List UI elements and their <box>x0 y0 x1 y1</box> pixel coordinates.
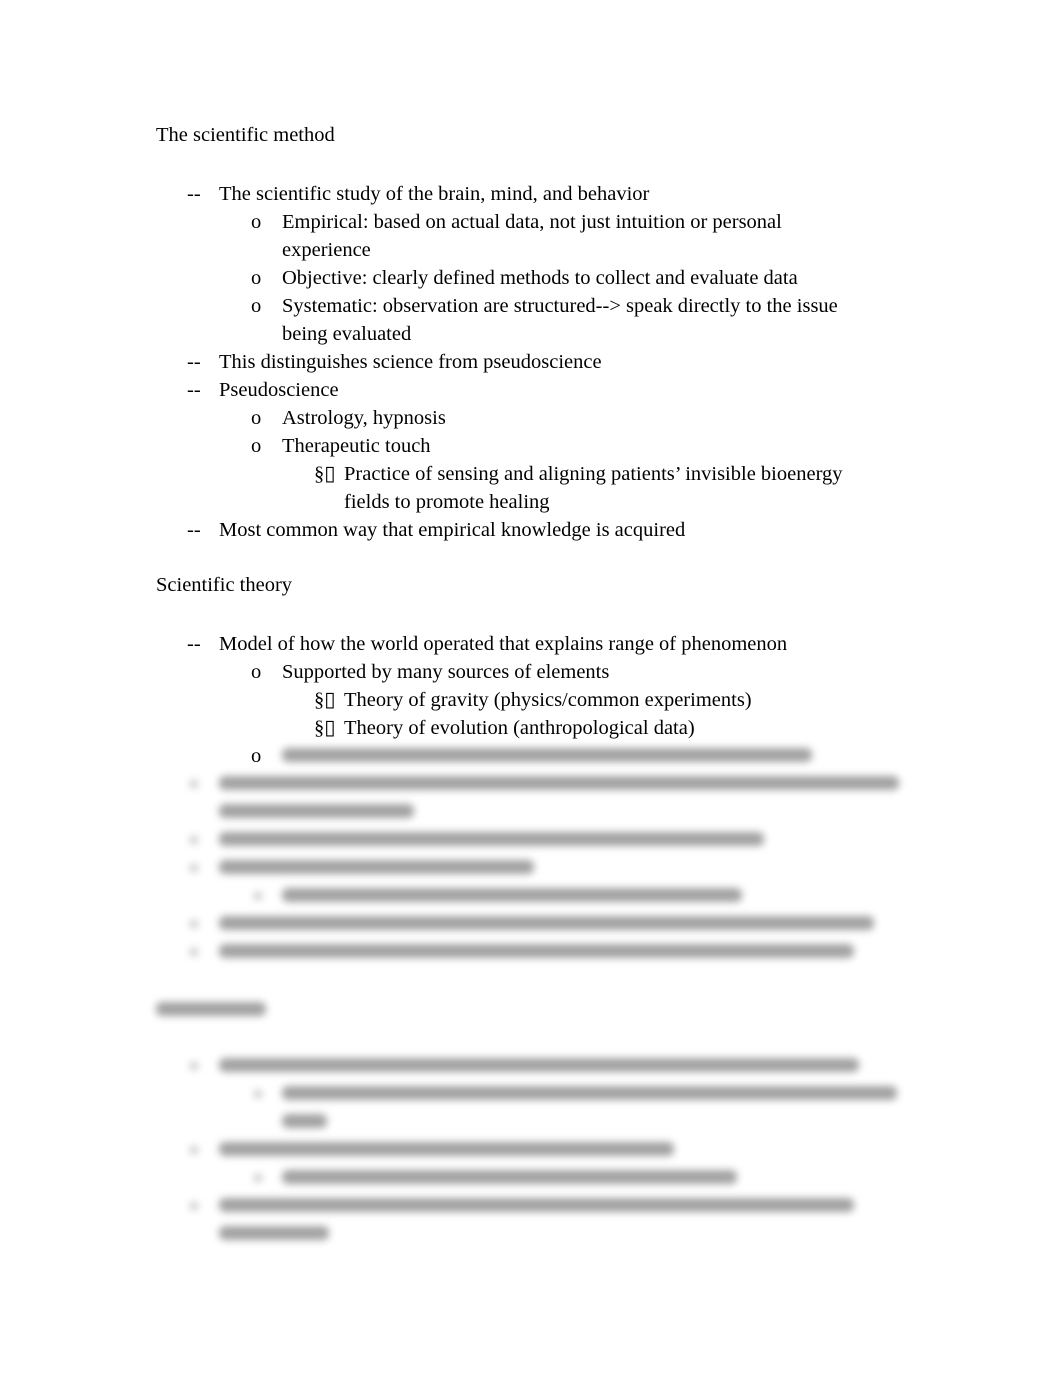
blurred-bullet <box>190 920 198 928</box>
blurred-bullet <box>190 1062 198 1070</box>
section-bullet: §▯ <box>314 689 336 711</box>
circle-bullet: o <box>251 435 262 457</box>
list-item-text: being evaluated <box>282 323 412 345</box>
blurred-line <box>219 804 414 818</box>
list-item-text: Empirical: based on actual data, not jus… <box>282 211 782 233</box>
circle-bullet: o <box>251 267 262 289</box>
list-item-text: Practice of sensing and aligning patient… <box>344 463 843 485</box>
blurred-line <box>282 1170 737 1184</box>
section-heading: The scientific method <box>156 124 335 146</box>
section-bullet: §▯ <box>314 463 336 485</box>
section-bullet: §▯ <box>314 717 336 739</box>
blurred-line <box>219 944 854 958</box>
list-item-text: Most common way that empirical knowledge… <box>219 519 686 541</box>
circle-bullet: o <box>251 295 262 317</box>
blurred-line <box>219 1226 329 1240</box>
blurred-bullet <box>190 1146 198 1154</box>
blurred-line <box>282 1114 327 1128</box>
list-item-text: experience <box>282 239 371 261</box>
blurred-heading <box>156 1002 266 1016</box>
circle-bullet: o <box>251 661 262 683</box>
circle-bullet: o <box>251 211 262 233</box>
section-heading: Scientific theory <box>156 574 293 596</box>
blurred-bullet <box>190 836 198 844</box>
dash-bullet: -- <box>187 351 201 373</box>
circle-bullet: o <box>251 407 262 429</box>
blurred-line <box>219 916 874 930</box>
dash-bullet: -- <box>187 519 201 541</box>
blurred-line <box>219 832 764 846</box>
list-item-text: Theory of gravity (physics/common experi… <box>344 689 752 711</box>
list-item-text: Therapeutic touch <box>282 435 431 457</box>
blurred-bullet <box>190 948 198 956</box>
list-item-text: Theory of evolution (anthropological dat… <box>344 717 695 739</box>
list-item-text: Objective: clearly defined methods to co… <box>282 267 798 289</box>
blurred-bullet <box>190 1202 198 1210</box>
blurred-line <box>282 888 742 902</box>
list-item-text: Model of how the world operated that exp… <box>219 633 788 655</box>
list-item-text: This distinguishes science from pseudosc… <box>219 351 602 373</box>
blurred-line <box>219 1058 859 1072</box>
blurred-bullet <box>190 864 198 872</box>
list-item-text: Systematic: observation are structured--… <box>282 295 838 317</box>
blurred-line <box>219 860 534 874</box>
document-page: The scientific method -- The scientific st… <box>0 0 1062 1377</box>
list-item-text: fields to promote healing <box>344 491 550 513</box>
blurred-bullet <box>190 780 198 788</box>
blurred-bullet <box>254 1174 262 1182</box>
blurred-line <box>282 748 812 762</box>
blurred-bullet <box>254 1090 262 1098</box>
blurred-line <box>219 1198 854 1212</box>
circle-bullet: o <box>251 745 262 767</box>
blurred-line <box>282 1086 897 1100</box>
blurred-bullet <box>254 892 262 900</box>
blurred-line <box>219 1142 674 1156</box>
dash-bullet: -- <box>187 633 201 655</box>
list-item-text: The scientific study of the brain, mind,… <box>219 183 650 205</box>
list-item-text: Astrology, hypnosis <box>282 407 446 429</box>
dash-bullet: -- <box>187 183 201 205</box>
dash-bullet: -- <box>187 379 201 401</box>
list-item-text: Pseudoscience <box>219 379 339 401</box>
list-item-text: Supported by many sources of elements <box>282 661 610 683</box>
blurred-line <box>219 776 899 790</box>
